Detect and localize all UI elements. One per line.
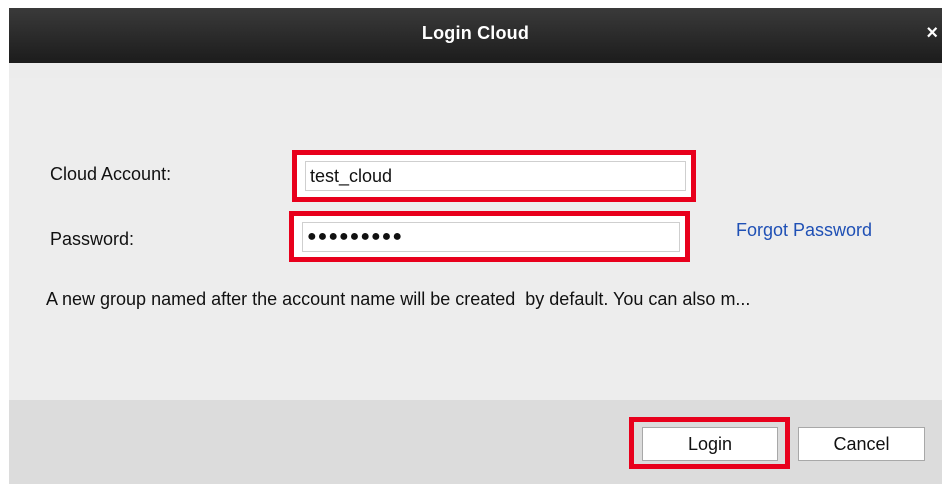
forgot-password-link[interactable]: Forgot Password [736, 220, 872, 241]
close-icon[interactable]: × [926, 22, 938, 45]
dialog-body: Cloud Account: Password: Forgot Password… [9, 78, 942, 400]
login-cloud-dialog: Login Cloud × Cloud Account: Password: F… [9, 8, 942, 484]
password-highlight [289, 211, 690, 262]
cloud-account-input[interactable] [305, 161, 686, 191]
cancel-button[interactable]: Cancel [798, 427, 925, 461]
dialog-footer: Login Cancel [9, 400, 942, 484]
cloud-account-highlight [292, 150, 696, 202]
password-input[interactable] [302, 222, 680, 252]
login-button[interactable]: Login [642, 427, 778, 461]
password-label: Password: [50, 229, 135, 249]
dialog-title: Login Cloud [421, 23, 530, 43]
titlebar[interactable]: Login Cloud × [9, 8, 942, 63]
cloud-account-label: Cloud Account: [50, 164, 172, 184]
group-info-note: A new group named after the account name… [46, 289, 751, 309]
